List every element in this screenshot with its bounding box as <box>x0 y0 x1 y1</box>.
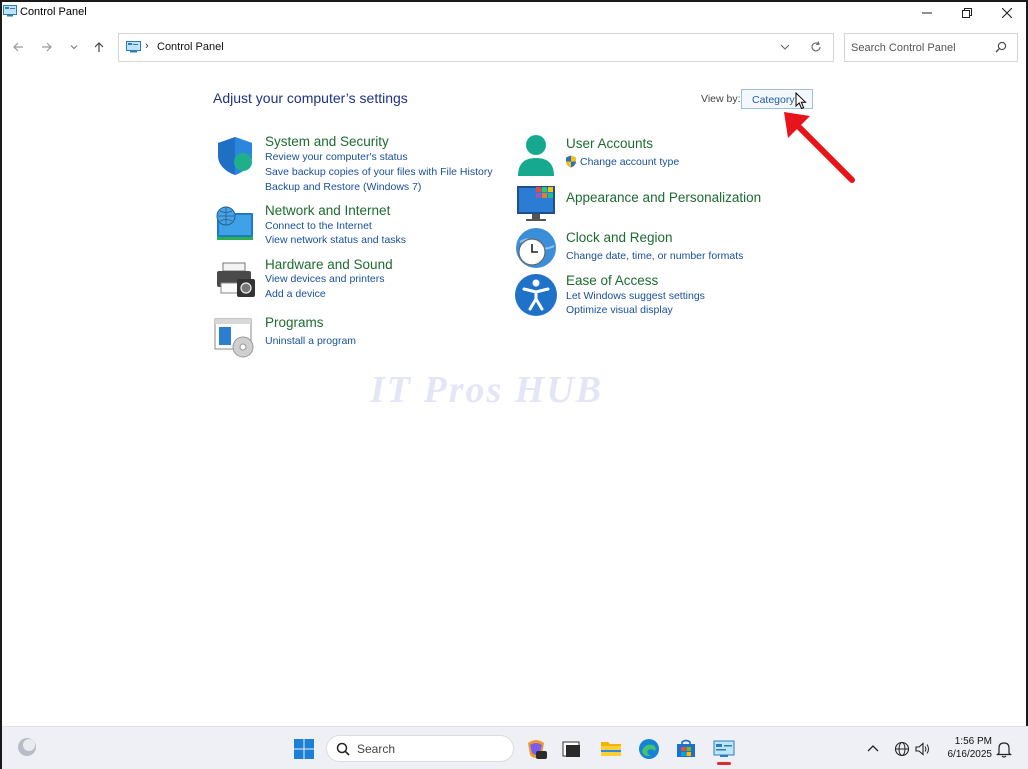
watermark-text: IT Pros HUB <box>370 369 604 411</box>
category-title-system-and-security[interactable]: System and Security <box>265 134 389 149</box>
clock-date: 6/16/2025 <box>947 749 993 760</box>
system-clock[interactable]: 1:56 PM 6/16/2025 <box>942 735 993 761</box>
view-by-label: View by: <box>701 93 741 105</box>
up-button[interactable] <box>89 37 109 57</box>
breadcrumb-control-panel[interactable]: Control Panel <box>157 41 224 53</box>
category-user-accounts: User Accounts Change account type <box>514 134 804 179</box>
edge-browser-icon[interactable] <box>637 737 661 761</box>
search-input[interactable] <box>851 40 991 56</box>
link-change-account-type[interactable]: Change account type <box>580 156 679 168</box>
appearance-icon <box>517 186 555 221</box>
restore-icon <box>962 8 972 18</box>
taskbar-search-label: Search <box>357 742 396 756</box>
network-icon <box>216 206 253 240</box>
category-system-and-security: System and Security Review your computer… <box>213 134 503 194</box>
microsoft-store-icon[interactable] <box>674 737 698 761</box>
up-arrow-icon <box>94 42 104 52</box>
category-title-programs[interactable]: Programs <box>265 315 324 330</box>
recent-locations-button[interactable] <box>64 37 84 57</box>
printer-icon <box>217 262 255 297</box>
clock-time: 1:56 PM <box>954 736 992 747</box>
page-heading: Adjust your computer’s settings <box>213 90 408 106</box>
category-hardware-and-sound: Hardware and Sound View devices and prin… <box>213 257 503 302</box>
file-explorer-icon[interactable] <box>599 737 623 761</box>
address-bar[interactable]: › Control Panel <box>118 33 834 62</box>
link-add-device[interactable]: Add a device <box>265 288 326 300</box>
restore-button[interactable] <box>947 2 987 24</box>
category-title-hardware-and-sound[interactable]: Hardware and Sound <box>265 257 393 272</box>
link-review-status[interactable]: Review your computer's status <box>265 151 408 163</box>
category-title-network-and-internet[interactable]: Network and Internet <box>265 203 390 218</box>
title-bar: Control Panel <box>2 2 1026 24</box>
control-panel-window: Control Panel › Control Panel Search Con… <box>0 0 1028 769</box>
link-network-status[interactable]: View network status and tasks <box>265 234 406 246</box>
link-uninstall-program[interactable]: Uninstall a program <box>265 335 356 347</box>
active-app-indicator <box>717 762 731 765</box>
shield-icon <box>218 137 252 175</box>
search-box[interactable] <box>844 33 1018 62</box>
link-change-date-formats[interactable]: Change date, time, or number formats <box>566 250 743 262</box>
forward-button[interactable] <box>37 37 57 57</box>
back-button[interactable] <box>8 37 28 57</box>
back-arrow-icon <box>13 42 23 52</box>
category-ease-of-access: Ease of Access Let Windows suggest setti… <box>514 273 804 318</box>
chevron-down-icon <box>70 45 78 50</box>
category-title-clock-and-region[interactable]: Clock and Region <box>566 230 673 245</box>
category-network-and-internet: Network and Internet Connect to the Inte… <box>213 203 503 248</box>
copilot-icon[interactable] <box>524 737 548 761</box>
uac-shield-icon <box>566 155 576 168</box>
category-title-user-accounts[interactable]: User Accounts <box>566 136 653 151</box>
user-icon <box>518 135 554 176</box>
view-by-value: Category <box>752 94 795 106</box>
widgets-weather-icon[interactable] <box>15 735 39 759</box>
control-panel-app-icon <box>3 5 17 17</box>
breadcrumb-separator: › <box>145 40 149 52</box>
terminal-icon[interactable] <box>560 737 584 761</box>
clock-icon <box>516 228 556 268</box>
link-connect-internet[interactable]: Connect to the Internet <box>265 220 372 232</box>
close-icon <box>1002 8 1012 18</box>
volume-icon[interactable] <box>913 740 931 758</box>
link-backup-restore[interactable]: Backup and Restore (Windows 7) <box>265 181 421 193</box>
start-icon[interactable] <box>292 737 316 761</box>
control-panel-taskbar-icon[interactable] <box>712 737 736 761</box>
address-dropdown-icon[interactable] <box>779 41 791 53</box>
category-clock-and-region: Clock and Region Change date, time, or n… <box>514 226 804 271</box>
search-icon[interactable] <box>995 41 1007 53</box>
taskbar-search-box[interactable]: Search <box>326 735 514 762</box>
close-button[interactable] <box>987 2 1027 24</box>
network-globe-icon[interactable] <box>893 740 911 758</box>
taskbar-search-icon <box>336 742 350 756</box>
refresh-icon[interactable] <box>809 40 823 54</box>
programs-icon <box>214 318 254 358</box>
category-appearance-and-personalization: Appearance and Personalization <box>514 183 804 223</box>
show-hidden-icons-chevron-icon[interactable] <box>864 740 882 758</box>
category-title-appearance[interactable]: Appearance and Personalization <box>566 190 761 205</box>
link-file-history[interactable]: Save backup copies of your files with Fi… <box>265 166 493 178</box>
link-devices-printers[interactable]: View devices and printers <box>265 273 384 285</box>
accessibility-icon <box>515 274 557 316</box>
category-title-ease-of-access[interactable]: Ease of Access <box>566 273 658 288</box>
window-title: Control Panel <box>20 6 87 18</box>
control-panel-icon <box>126 41 141 53</box>
forward-arrow-icon <box>42 42 52 52</box>
minimize-button[interactable] <box>907 2 947 24</box>
notification-bell-icon[interactable] <box>996 740 1012 758</box>
taskbar: Search 1:56 PM 6/16/2025 <box>2 726 1028 769</box>
link-optimize-display[interactable]: Optimize visual display <box>566 304 673 316</box>
category-programs: Programs Uninstall a program <box>213 315 503 358</box>
link-suggest-settings[interactable]: Let Windows suggest settings <box>566 290 705 302</box>
minimize-icon <box>922 12 932 14</box>
